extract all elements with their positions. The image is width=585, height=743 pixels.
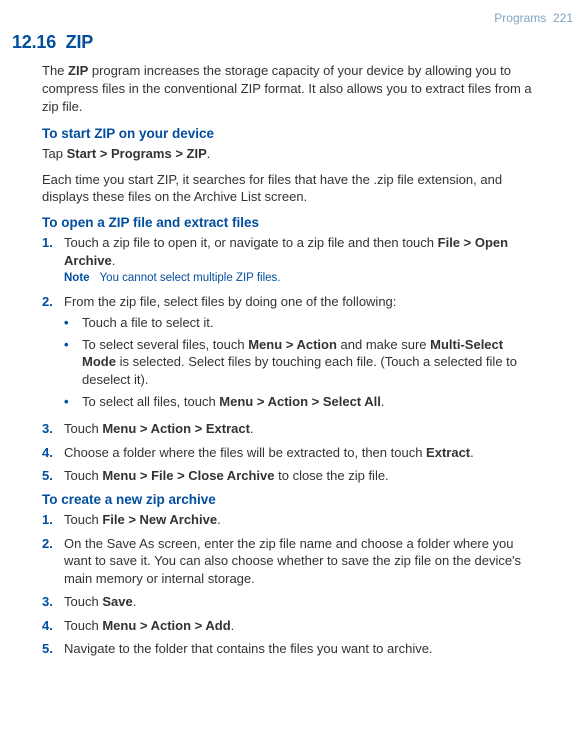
- list-item: 4. Touch Menu > Action > Add.: [42, 617, 537, 635]
- list-item: 4. Choose a folder where the files will …: [42, 444, 537, 462]
- create-heading: To create a new zip archive: [42, 491, 573, 509]
- step-number: 1.: [42, 511, 64, 529]
- note-line: Note You cannot select multiple ZIP files…: [64, 271, 537, 287]
- bullet-item: • To select all files, touch Menu > Acti…: [64, 393, 537, 411]
- step-number: 3.: [42, 593, 64, 611]
- list-item: 5. Touch Menu > File > Close Archive to …: [42, 467, 537, 485]
- bullet-text: To select several files, touch Menu > Ac…: [82, 336, 537, 389]
- section-title: 12.16 ZIP: [12, 30, 573, 54]
- create-steps: 1. Touch File > New Archive. 2. On the S…: [42, 511, 537, 658]
- list-item: 1. Touch File > New Archive.: [42, 511, 537, 529]
- open-heading: To open a ZIP file and extract files: [42, 214, 573, 232]
- section-name: ZIP: [66, 32, 93, 52]
- list-item: 2. On the Save As screen, enter the zip …: [42, 535, 537, 588]
- list-item: 3. Touch Save.: [42, 593, 537, 611]
- list-item: 2. From the zip file, select files by do…: [42, 293, 537, 414]
- intro-paragraph: The ZIP program increases the storage ca…: [42, 62, 537, 115]
- bullet-dot-icon: •: [64, 336, 82, 389]
- page-number: 221: [553, 11, 573, 25]
- bullet-dot-icon: •: [64, 393, 82, 411]
- step-text: On the Save As screen, enter the zip fil…: [64, 535, 537, 588]
- bullet-item: • To select several files, touch Menu > …: [64, 336, 537, 389]
- start-description: Each time you start ZIP, it searches for…: [42, 171, 537, 206]
- bullet-text: To select all files, touch Menu > Action…: [82, 393, 537, 411]
- open-steps: 1. Touch a zip file to open it, or navig…: [42, 234, 537, 485]
- step-text: Touch Menu > Action > Add.: [64, 617, 537, 635]
- step-number: 1.: [42, 234, 64, 287]
- step-text: Choose a folder where the files will be …: [64, 444, 537, 462]
- step-number: 5.: [42, 467, 64, 485]
- step-text: Touch Menu > Action > Extract.: [64, 420, 537, 438]
- step-text: Touch Menu > File > Close Archive to clo…: [64, 467, 537, 485]
- step-text: From the zip file, select files by doing…: [64, 294, 396, 309]
- chapter-name: Programs: [494, 11, 546, 25]
- step-number: 2.: [42, 535, 64, 588]
- step-text: Touch a zip file to open it, or navigate…: [64, 235, 508, 268]
- step-number: 4.: [42, 444, 64, 462]
- bullet-dot-icon: •: [64, 314, 82, 332]
- bullet-item: • Touch a file to select it.: [64, 314, 537, 332]
- step-text: Navigate to the folder that contains the…: [64, 640, 537, 658]
- step-content: Touch a zip file to open it, or navigate…: [64, 234, 537, 287]
- note-label: Note: [64, 272, 90, 284]
- step-content: From the zip file, select files by doing…: [64, 293, 537, 414]
- step-text: Touch File > New Archive.: [64, 511, 537, 529]
- list-item: 3. Touch Menu > Action > Extract.: [42, 420, 537, 438]
- bullet-list: • Touch a file to select it. • To select…: [64, 314, 537, 410]
- step-number: 5.: [42, 640, 64, 658]
- bullet-text: Touch a file to select it.: [82, 314, 537, 332]
- step-number: 3.: [42, 420, 64, 438]
- step-number: 4.: [42, 617, 64, 635]
- start-tap-line: Tap Start > Programs > ZIP.: [42, 145, 537, 163]
- page-header: Programs 221: [12, 10, 573, 26]
- note-text: You cannot select multiple ZIP files.: [100, 272, 281, 284]
- step-text: Touch Save.: [64, 593, 537, 611]
- section-number: 12.16: [12, 32, 56, 52]
- start-heading: To start ZIP on your device: [42, 125, 573, 143]
- step-number: 2.: [42, 293, 64, 414]
- list-item: 5. Navigate to the folder that contains …: [42, 640, 537, 658]
- list-item: 1. Touch a zip file to open it, or navig…: [42, 234, 537, 287]
